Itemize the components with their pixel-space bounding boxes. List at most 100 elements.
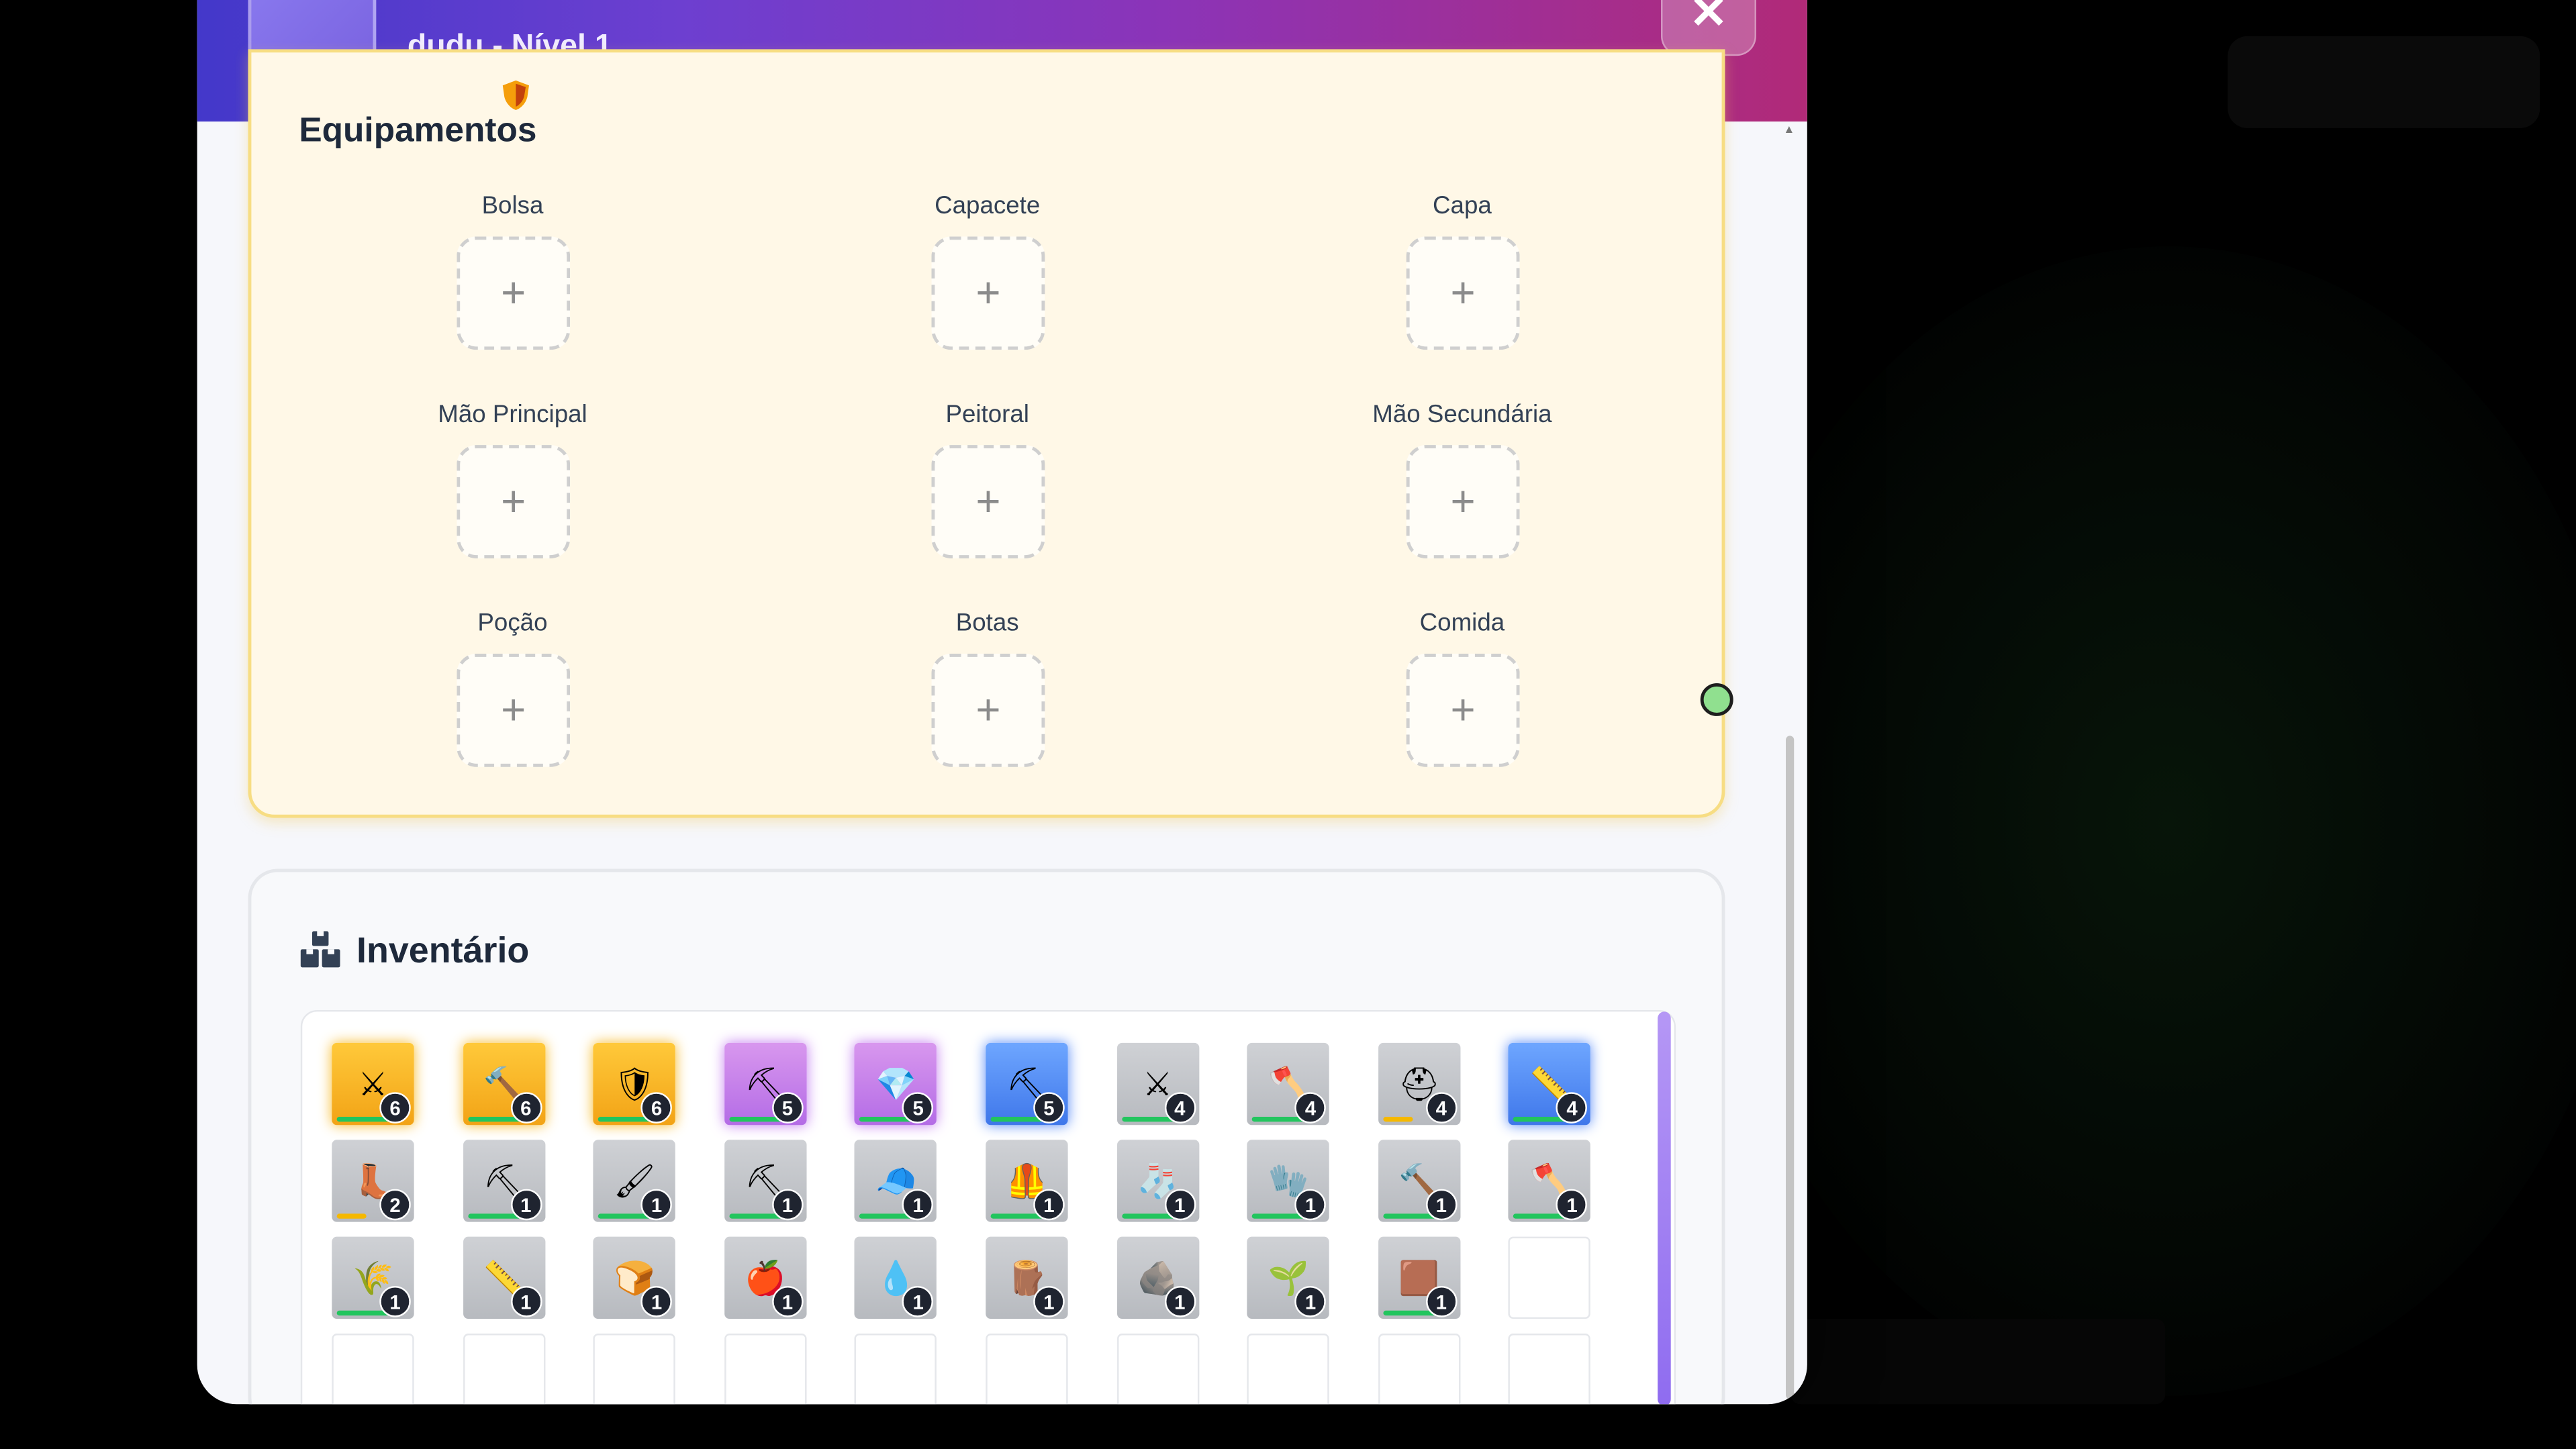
inventory-item[interactable]: ⛏ 5 <box>724 1042 807 1126</box>
empty-inventory-slot[interactable] <box>1116 1334 1199 1405</box>
equipment-slot[interactable]: + <box>1406 445 1520 559</box>
inventory-item[interactable]: 🖌 1 <box>593 1140 676 1222</box>
item-count-badge: 1 <box>379 1286 411 1317</box>
inventory-item[interactable]: 🪵 1 <box>986 1236 1068 1319</box>
empty-inventory-slot[interactable] <box>986 1334 1068 1405</box>
plus-icon: + <box>501 267 526 317</box>
inventory-item[interactable]: ⛏ 5 <box>986 1042 1068 1126</box>
item-count-badge: 1 <box>1033 1189 1065 1221</box>
inventory-item[interactable]: 👢 2 <box>332 1140 414 1222</box>
plus-icon: + <box>975 685 1001 734</box>
inventory-item[interactable]: 🛡 6 <box>593 1042 676 1126</box>
inventory-item[interactable]: 🌾 1 <box>332 1236 414 1319</box>
item-count-badge: 6 <box>640 1092 673 1123</box>
inventory-scrollbar[interactable] <box>1658 1011 1671 1405</box>
plus-icon: + <box>501 685 526 734</box>
plus-icon: + <box>501 476 526 526</box>
inventory-item[interactable]: 💎 5 <box>855 1042 937 1126</box>
equipment-slot-label: Capacete <box>935 192 1041 220</box>
item-count-badge: 4 <box>1556 1092 1588 1123</box>
modal-scrollbar[interactable]: ▲ <box>1782 125 1796 1399</box>
item-count-badge: 5 <box>902 1092 934 1123</box>
inventory-item[interactable]: 🌱 1 <box>1247 1236 1330 1319</box>
inventory-item[interactable]: 🟫 1 <box>1378 1236 1460 1319</box>
scroll-up-icon[interactable]: ▲ <box>1782 125 1796 141</box>
inventory-modal: Inventário dudu - Nível 1 ✕ ▲ Equipament… <box>197 0 1807 1405</box>
equipment-slot[interactable]: + <box>931 236 1045 350</box>
inventory-item[interactable]: ⛏ 1 <box>724 1140 807 1222</box>
inventory-item[interactable]: 🧢 1 <box>855 1140 937 1222</box>
equipment-title: Equipamentos <box>299 111 537 150</box>
inventory-item[interactable]: ⛏ 1 <box>463 1140 545 1222</box>
equipment-slot[interactable]: + <box>931 445 1045 559</box>
plus-icon: + <box>975 267 1001 317</box>
item-count-badge: 1 <box>640 1189 673 1221</box>
item-count-badge: 1 <box>1556 1189 1588 1221</box>
item-count-badge: 6 <box>379 1092 411 1123</box>
inventory-item[interactable]: 🔨 6 <box>463 1042 545 1126</box>
boxes-icon <box>300 931 340 968</box>
item-count-badge: 1 <box>902 1286 934 1317</box>
scroll-thumb[interactable] <box>1785 736 1795 1399</box>
cursor-indicator <box>1700 683 1733 716</box>
empty-inventory-slot[interactable] <box>332 1334 414 1405</box>
empty-inventory-slot[interactable] <box>1509 1236 1591 1319</box>
durability-bar <box>1382 1117 1413 1122</box>
equipment-slot[interactable]: + <box>457 236 571 350</box>
equipment-slot[interactable]: + <box>457 445 571 559</box>
inventory-item[interactable]: 🪨 1 <box>1116 1236 1199 1319</box>
inventory-item[interactable]: 🧦 1 <box>1116 1140 1199 1222</box>
empty-inventory-slot[interactable] <box>463 1334 545 1405</box>
inventory-item[interactable]: 🧤 1 <box>1247 1140 1330 1222</box>
item-count-badge: 5 <box>771 1092 804 1123</box>
background-glow <box>1708 246 2576 1397</box>
item-count-badge: 2 <box>379 1189 411 1221</box>
equipment-slot[interactable]: + <box>931 653 1045 767</box>
equipment-slot-label: Mão Principal <box>438 401 587 429</box>
item-count-badge: 4 <box>1163 1092 1196 1123</box>
background-button <box>2228 36 2540 128</box>
inventory-item[interactable]: ⚔ 4 <box>1116 1042 1199 1126</box>
screen: Inventário dudu - Nível 1 ✕ ▲ Equipament… <box>0 0 2576 1449</box>
inventory-item[interactable]: 🦺 1 <box>986 1140 1068 1222</box>
empty-inventory-slot[interactable] <box>1378 1334 1460 1405</box>
equipment-slot-label: Bolsa <box>481 192 544 220</box>
item-count-badge: 1 <box>1294 1286 1327 1317</box>
plus-icon: + <box>1450 267 1476 317</box>
inventory-item[interactable]: 📏 4 <box>1509 1042 1591 1126</box>
empty-inventory-slot[interactable] <box>855 1334 937 1405</box>
inventory-item[interactable]: ⚔ 6 <box>332 1042 414 1126</box>
inventory-item[interactable]: 🪓 1 <box>1509 1140 1591 1222</box>
inventory-item[interactable]: 🪓 4 <box>1247 1042 1330 1126</box>
inventory-item[interactable]: ⛑ 4 <box>1378 1042 1460 1126</box>
close-button[interactable]: ✕ <box>1661 0 1756 56</box>
item-count-badge: 1 <box>1163 1286 1196 1317</box>
item-count-badge: 1 <box>510 1286 542 1317</box>
item-count-badge: 1 <box>771 1286 804 1317</box>
modal-title: Inventário <box>408 0 690 7</box>
item-count-badge: 4 <box>1425 1092 1458 1123</box>
inventory-item[interactable]: 🍞 1 <box>593 1236 676 1319</box>
inventory-item[interactable]: 🍎 1 <box>724 1236 807 1319</box>
item-count-badge: 1 <box>1425 1189 1458 1221</box>
swords-icon: ⚔ <box>358 1064 388 1104</box>
item-count-badge: 6 <box>510 1092 542 1123</box>
inventory-item[interactable]: 🔨 1 <box>1378 1140 1460 1222</box>
equipment-slot[interactable]: + <box>1406 653 1520 767</box>
equipment-slot[interactable]: + <box>457 653 571 767</box>
inventory-item[interactable]: 💧 1 <box>855 1236 937 1319</box>
background-bar <box>1791 1319 2166 1405</box>
item-count-badge: 1 <box>1425 1286 1458 1317</box>
empty-inventory-slot[interactable] <box>1509 1334 1591 1405</box>
equipment-slot-label: Poção <box>477 609 548 638</box>
equipment-slot-label: Peitoral <box>945 401 1029 429</box>
inventory-title: Inventário <box>356 930 530 971</box>
empty-inventory-slot[interactable] <box>593 1334 676 1405</box>
empty-inventory-slot[interactable] <box>1247 1334 1330 1405</box>
plus-icon: + <box>1450 476 1476 526</box>
empty-inventory-slot[interactable] <box>724 1334 807 1405</box>
item-count-badge: 1 <box>510 1189 542 1221</box>
equipment-slot-label: Comida <box>1419 609 1505 638</box>
inventory-item[interactable]: 📏 1 <box>463 1236 545 1319</box>
equipment-slot[interactable]: + <box>1406 236 1520 350</box>
